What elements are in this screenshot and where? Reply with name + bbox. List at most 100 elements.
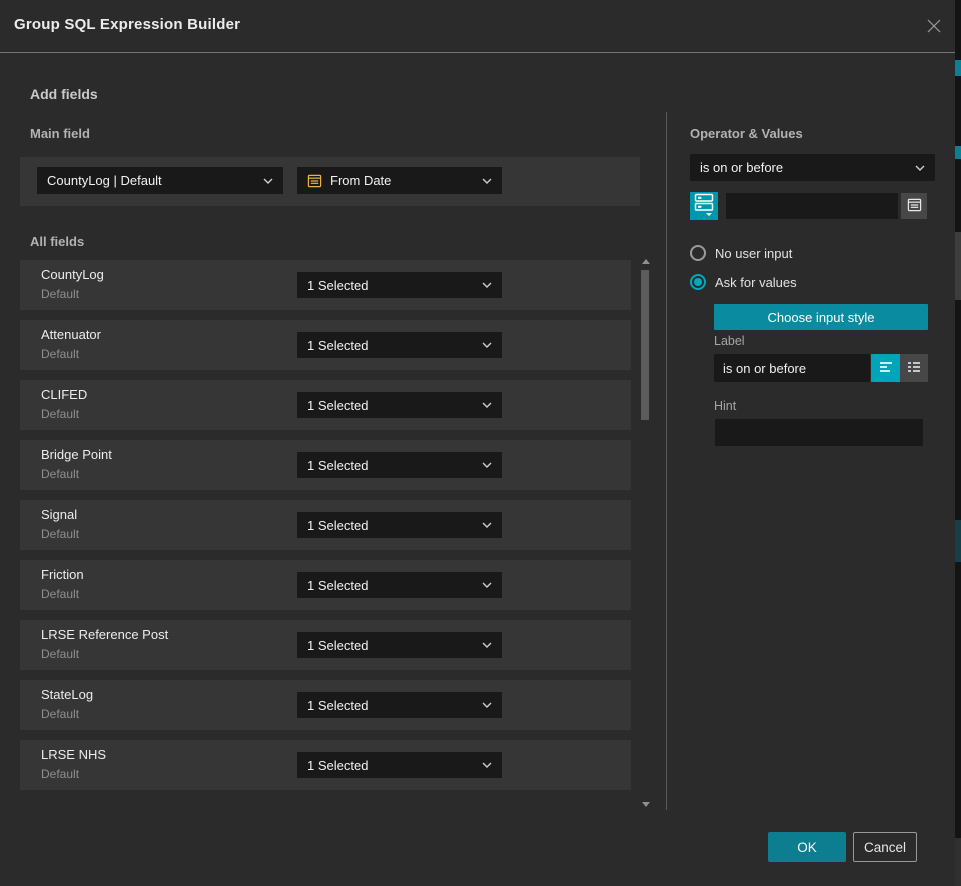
unique-values-list-button[interactable]	[690, 192, 718, 220]
field-subtitle: Default	[41, 407, 79, 421]
label-field-label: Label	[714, 334, 745, 348]
field-selected-dropdown[interactable]: 1 Selected	[297, 392, 502, 418]
scroll-up-arrow-icon[interactable]	[642, 259, 650, 264]
main-layer-dropdown[interactable]: CountyLog | Default	[37, 167, 283, 194]
chevron-down-icon	[482, 702, 492, 708]
scroll-down-arrow-icon[interactable]	[642, 802, 650, 807]
chevron-down-icon	[482, 762, 492, 768]
date-picker-button[interactable]	[901, 193, 927, 219]
hint-field-label: Hint	[714, 399, 736, 413]
edge-strip-segment	[955, 520, 961, 562]
input-style-list-button[interactable]	[900, 354, 928, 382]
field-selected-value: 1 Selected	[307, 578, 368, 593]
radio-no-user-input[interactable]	[690, 245, 706, 261]
screen-edge-strip	[955, 0, 961, 886]
field-subtitle: Default	[41, 287, 79, 301]
title-bar: Group SQL Expression Builder	[0, 0, 955, 53]
field-row-lrse-reference-post: LRSE Reference Post Default 1 Selected	[20, 620, 631, 670]
field-selected-value: 1 Selected	[307, 698, 368, 713]
chevron-down-icon	[263, 178, 273, 184]
cancel-button[interactable]: Cancel	[853, 832, 917, 862]
ok-button[interactable]: OK	[768, 832, 846, 862]
field-name: Bridge Point	[41, 447, 112, 462]
chevron-down-icon	[482, 342, 492, 348]
add-fields-heading: Add fields	[30, 86, 98, 102]
radio-ask-for-values[interactable]	[690, 274, 706, 290]
list-scrollbar[interactable]	[640, 257, 652, 809]
field-row-countylog: CountyLog Default 1 Selected	[20, 260, 631, 310]
hint-input[interactable]	[715, 419, 923, 446]
radio-no-user-input-label[interactable]: No user input	[715, 246, 792, 261]
chevron-down-icon	[482, 582, 492, 588]
dialog-title: Group SQL Expression Builder	[14, 16, 240, 33]
field-selected-dropdown[interactable]: 1 Selected	[297, 512, 502, 538]
field-subtitle: Default	[41, 707, 79, 721]
field-subtitle: Default	[41, 347, 79, 361]
edge-strip-segment	[955, 146, 961, 159]
panel-divider	[666, 112, 667, 810]
all-fields-heading: All fields	[30, 234, 84, 249]
field-name: LRSE Reference Post	[41, 627, 168, 642]
radio-ask-for-values-label[interactable]: Ask for values	[715, 275, 797, 290]
edge-strip-segment	[955, 232, 961, 300]
field-selected-dropdown[interactable]: 1 Selected	[297, 332, 502, 358]
chevron-down-icon	[482, 642, 492, 648]
field-selected-value: 1 Selected	[307, 458, 368, 473]
field-selected-dropdown[interactable]: 1 Selected	[297, 752, 502, 778]
field-name: LRSE NHS	[41, 747, 106, 762]
field-row-friction: Friction Default 1 Selected	[20, 560, 631, 610]
field-subtitle: Default	[41, 467, 79, 481]
main-field-dropdown-value: From Date	[330, 173, 391, 188]
operator-values-heading: Operator & Values	[690, 126, 803, 141]
field-subtitle: Default	[41, 527, 79, 541]
field-selected-value: 1 Selected	[307, 638, 368, 653]
field-name: Signal	[41, 507, 77, 522]
field-row-signal: Signal Default 1 Selected	[20, 500, 631, 550]
field-row-attenuator: Attenuator Default 1 Selected	[20, 320, 631, 370]
field-selected-dropdown[interactable]: 1 Selected	[297, 632, 502, 658]
field-selected-value: 1 Selected	[307, 278, 368, 293]
field-name: CLIFED	[41, 387, 87, 402]
field-selected-dropdown[interactable]: 1 Selected	[297, 692, 502, 718]
field-name: Attenuator	[41, 327, 101, 342]
field-selected-dropdown[interactable]: 1 Selected	[297, 452, 502, 478]
field-selected-value: 1 Selected	[307, 338, 368, 353]
label-input[interactable]	[714, 354, 870, 382]
align-left-icon	[878, 359, 894, 378]
field-name: Friction	[41, 567, 84, 582]
field-row-lrse-nhs: LRSE NHS Default 1 Selected	[20, 740, 631, 790]
unique-values-list-icon	[693, 192, 715, 220]
field-selected-value: 1 Selected	[307, 398, 368, 413]
field-selected-dropdown[interactable]: 1 Selected	[297, 272, 502, 298]
field-subtitle: Default	[41, 587, 79, 601]
value-date-input[interactable]	[726, 193, 898, 219]
field-row-bridge-point: Bridge Point Default 1 Selected	[20, 440, 631, 490]
main-layer-dropdown-value: CountyLog | Default	[47, 173, 162, 188]
field-selected-dropdown[interactable]: 1 Selected	[297, 572, 502, 598]
main-field-bar: CountyLog | Default From Date	[20, 157, 640, 206]
field-name: CountyLog	[41, 267, 104, 282]
close-icon	[925, 17, 943, 38]
edge-strip-segment	[955, 838, 961, 886]
bullet-list-icon	[906, 359, 922, 378]
main-field-dropdown[interactable]: From Date	[297, 167, 502, 194]
close-button[interactable]	[921, 14, 947, 40]
calendar-icon	[907, 197, 922, 215]
field-selected-value: 1 Selected	[307, 518, 368, 533]
field-subtitle: Default	[41, 647, 79, 661]
input-style-text-button[interactable]	[871, 354, 900, 382]
field-subtitle: Default	[41, 767, 79, 781]
chevron-down-icon	[482, 178, 492, 184]
main-field-heading: Main field	[30, 126, 90, 141]
operator-dropdown-value: is on or before	[700, 160, 783, 175]
field-name: StateLog	[41, 687, 93, 702]
chevron-down-icon	[482, 402, 492, 408]
operator-dropdown[interactable]: is on or before	[690, 154, 935, 181]
date-field-icon	[307, 173, 322, 188]
choose-input-style-button[interactable]: Choose input style	[714, 304, 928, 330]
scrollbar-thumb[interactable]	[641, 270, 649, 420]
edge-strip-segment	[955, 60, 961, 76]
chevron-down-icon	[482, 282, 492, 288]
chevron-down-icon	[482, 462, 492, 468]
chevron-down-icon	[915, 165, 925, 171]
